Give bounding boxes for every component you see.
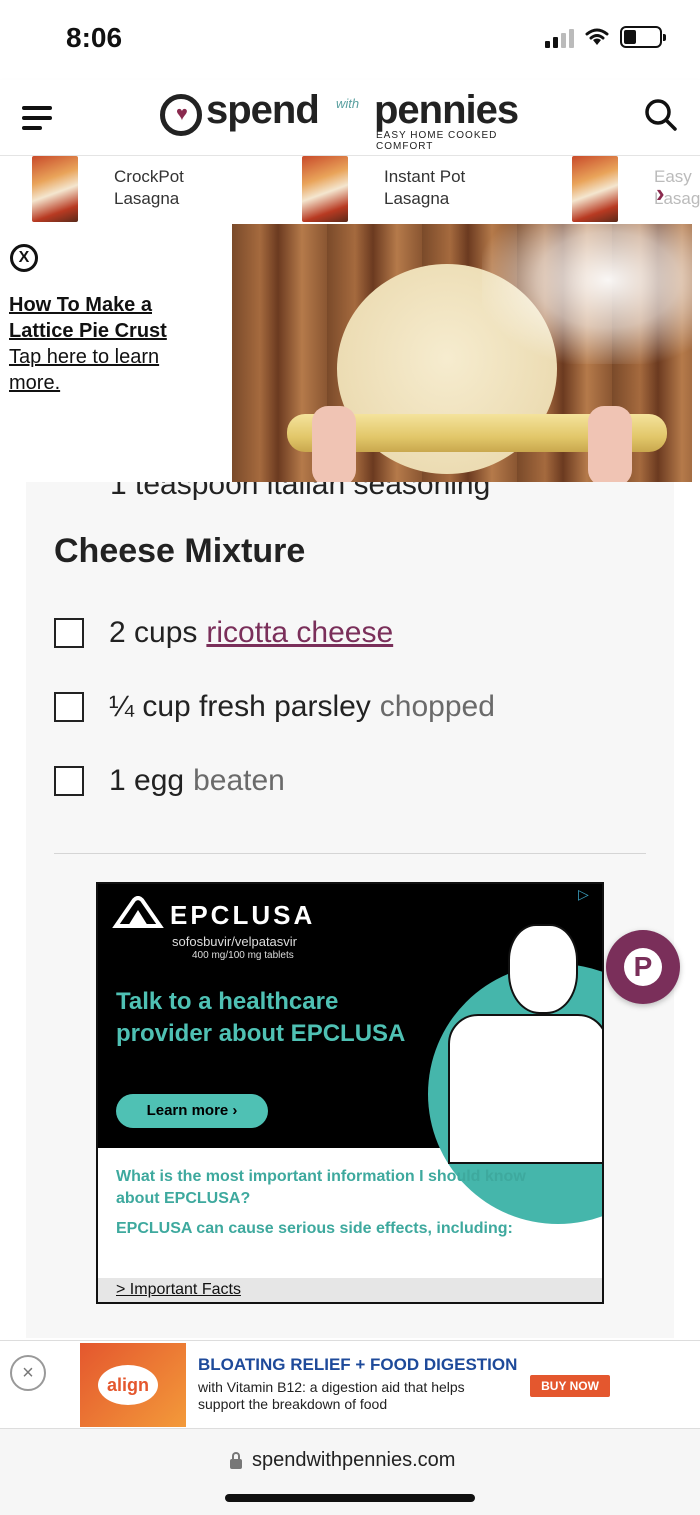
battery-icon xyxy=(620,26,666,48)
site-header: ♥ spend with pennies EASY HOME COOKED CO… xyxy=(0,80,700,156)
browser-url-bar: spendwithpennies.com xyxy=(0,1428,700,1515)
ingredient-row: 2 cups ricotta cheese xyxy=(54,616,393,650)
related-label: Lasagna xyxy=(114,189,180,208)
ingredient-row: 1 egg beaten xyxy=(54,764,285,798)
related-label: CrockPot xyxy=(114,167,184,186)
video-title-link[interactable]: How To Make a Lattice Pie Crust xyxy=(9,292,209,344)
heart-icon: ♥ xyxy=(176,103,188,125)
ad-subtext: with Vitamin B12: a digestion aid that h… xyxy=(198,1379,465,1412)
close-ad-button[interactable]: × xyxy=(10,1355,46,1391)
ad-illustration-body xyxy=(448,1014,602,1164)
ingredient-amount: 1 egg xyxy=(109,764,185,797)
home-indicator[interactable] xyxy=(225,1494,475,1502)
site-logo[interactable]: ♥ spend with pennies EASY HOME COOKED CO… xyxy=(160,88,540,152)
ingredient-amount: 2 cups xyxy=(109,616,198,649)
ingredient-amount: ¼ cup fresh parsley xyxy=(109,690,371,723)
ad-product-box: align xyxy=(80,1343,186,1427)
buy-now-button[interactable]: BUY NOW xyxy=(530,1375,610,1397)
logo-word-spend: spend xyxy=(206,88,320,132)
align-ad-banner[interactable]: align BLOATING RELIEF + FOOD DIGESTION w… xyxy=(80,1343,620,1427)
ad-generic-name: sofosbuvir/velpatasvir xyxy=(172,934,297,949)
ingredient-note: chopped xyxy=(379,690,495,723)
ad-warning: EPCLUSA can cause serious side effects, … xyxy=(116,1220,513,1237)
wifi-icon xyxy=(585,28,609,45)
related-label: Lasagna xyxy=(384,189,450,208)
ingredient-checkbox[interactable] xyxy=(54,766,84,796)
ad-headline: Talk to a healthcare provider about EPCL… xyxy=(116,988,406,1047)
chevron-right-icon[interactable]: › xyxy=(656,178,665,209)
related-item-2[interactable]: Instant Pot Lasagna xyxy=(384,166,465,210)
logo-word-pennies: pennies xyxy=(374,88,519,132)
pinterest-button[interactable]: P xyxy=(606,930,680,1004)
video-frame-hand xyxy=(312,406,356,482)
close-video-button[interactable]: X xyxy=(10,244,38,272)
ad-headline: BLOATING RELIEF + FOOD DIGESTION xyxy=(198,1355,518,1374)
video-learn-more-link[interactable]: Tap here to learn more. xyxy=(9,344,209,396)
section-title: Cheese Mixture xyxy=(54,532,306,570)
related-thumb-2[interactable] xyxy=(302,156,348,222)
ad-important-facts-link[interactable]: > Important Facts xyxy=(98,1278,602,1302)
ad-question: What is the most important information I… xyxy=(116,1168,526,1207)
ad-brand: EPCLUSA xyxy=(170,900,316,930)
logo-tagline: EASY HOME COOKED COMFORT xyxy=(376,130,498,152)
video-frame-flour xyxy=(482,224,692,364)
status-icons xyxy=(545,26,666,48)
related-recipes-strip: CrockPot Lasagna Instant Pot Lasagna Eas… xyxy=(0,156,700,224)
related-thumb-3[interactable] xyxy=(572,156,618,222)
bottom-ad: × align BLOATING RELIEF + FOOD DIGESTION… xyxy=(0,1340,700,1428)
ingredient-checkbox[interactable] xyxy=(54,692,84,722)
logo-word-with: with xyxy=(336,96,360,111)
pinterest-icon: P xyxy=(624,948,662,986)
divider xyxy=(54,853,646,854)
related-thumb-1[interactable] xyxy=(32,156,78,222)
ingredient-note: beaten xyxy=(193,764,285,797)
status-time: 8:06 xyxy=(66,22,123,53)
ad-choices-icon[interactable]: ▷ xyxy=(578,886,596,904)
ingredient-row: ¼ cup fresh parsley chopped xyxy=(54,690,495,724)
ingredient-link[interactable]: ricotta cheese xyxy=(206,616,393,650)
align-logo: align xyxy=(98,1365,158,1405)
related-label: Instant Pot xyxy=(384,167,466,186)
lock-icon xyxy=(230,1451,242,1469)
url-text: spendwithpennies.com xyxy=(252,1449,456,1471)
menu-icon[interactable] xyxy=(22,106,52,130)
url-field[interactable]: spendwithpennies.com xyxy=(230,1449,455,1472)
related-item-1[interactable]: CrockPot Lasagna xyxy=(114,166,184,210)
epclusa-logo-icon xyxy=(112,896,164,928)
ingredient-checkbox[interactable] xyxy=(54,618,84,648)
video-frame-hand xyxy=(588,406,632,482)
ad-dose: 400 mg/100 mg tablets xyxy=(192,950,294,961)
ad-learn-more-button[interactable]: Learn more › xyxy=(116,1094,268,1128)
ad-illustration-head xyxy=(508,924,578,1014)
epclusa-ad[interactable]: EPCLUSA sofosbuvir/velpatasvir 400 mg/10… xyxy=(96,882,604,1304)
search-icon[interactable] xyxy=(644,98,678,132)
video-player[interactable] xyxy=(232,224,692,482)
signal-icon xyxy=(545,26,574,48)
